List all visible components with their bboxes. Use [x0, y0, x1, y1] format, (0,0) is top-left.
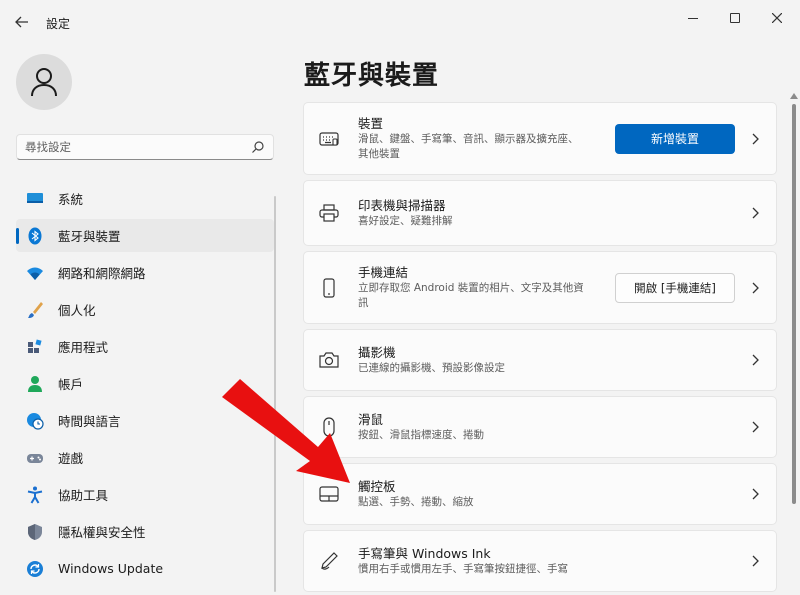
sidebar-item-label: 帳戶 — [58, 377, 84, 392]
sidebar-item-label: 系統 — [58, 192, 84, 207]
printer-icon — [318, 202, 340, 224]
pen-icon — [318, 550, 340, 572]
chevron-right-icon — [750, 555, 760, 567]
devices-icon — [318, 128, 340, 150]
main-scrollbar-thumb[interactable] — [792, 104, 796, 504]
sidebar-item-privacy[interactable]: 隱私權與安全性 — [16, 515, 274, 548]
sidebar-item-label: 協助工具 — [58, 488, 109, 503]
scroll-up-arrow-icon[interactable] — [790, 93, 798, 99]
maximize-icon — [730, 13, 740, 23]
sidebar-item-bluetooth[interactable]: 藍牙與裝置 — [16, 219, 274, 252]
card-pen-windows-ink[interactable]: 手寫筆與 Windows Ink 慣用右手或慣用左手、手寫筆按鈕捷徑、手寫 — [303, 530, 777, 592]
sidebar-item-system[interactable]: 系統 — [16, 182, 274, 215]
maximize-button[interactable] — [720, 8, 750, 28]
bluetooth-icon — [28, 227, 42, 244]
sidebar-item-label: 應用程式 — [58, 340, 109, 355]
sidebar-item-label: 隱私權與安全性 — [58, 525, 146, 540]
apps-icon — [28, 338, 42, 353]
chevron-right-icon — [750, 488, 760, 500]
card-text: 觸控板 點選、手勢、捲動、縮放 — [358, 479, 474, 510]
title-bar: 設定 — [0, 0, 800, 44]
card-description: 點選、手勢、捲動、縮放 — [358, 495, 474, 508]
card-description: 滑鼠、鍵盤、手寫筆、音訊、顯示器及擴充座、 — [358, 132, 579, 145]
card-title: 滑鼠 — [358, 411, 384, 427]
card-text: 攝影機 已連線的攝影機、預設影像設定 — [358, 345, 505, 376]
card-description-line2: 訊 — [358, 296, 369, 309]
back-button[interactable] — [10, 12, 34, 32]
card-description: 喜好設定、疑難排解 — [358, 214, 453, 227]
shield-icon — [28, 523, 42, 540]
card-title: 攝影機 — [358, 344, 396, 360]
card-title: 裝置 — [358, 115, 384, 131]
app-title: 設定 — [46, 17, 71, 31]
card-phone-link[interactable]: 手機連結 立即存取您 Android 裝置的相片、文字及其他資 訊 開啟 [手機… — [303, 251, 777, 324]
card-title: 手寫筆與 Windows Ink — [358, 545, 491, 561]
user-icon — [31, 68, 57, 97]
sidebar-item-label: 個人化 — [58, 303, 96, 318]
sidebar-item-apps[interactable]: 應用程式 — [16, 330, 274, 363]
card-text: 手機連結 立即存取您 Android 裝置的相片、文字及其他資 訊 — [358, 265, 584, 311]
chevron-right-icon — [750, 282, 760, 294]
card-text: 手寫筆與 Windows Ink 慣用右手或慣用左手、手寫筆按鈕捷徑、手寫 — [358, 546, 568, 577]
card-title: 手機連結 — [358, 264, 409, 280]
minimize-button[interactable] — [678, 8, 708, 28]
brush-icon — [28, 301, 43, 318]
person-icon — [28, 375, 42, 392]
search-icon[interactable] — [251, 140, 265, 154]
card-title: 印表機與掃描器 — [358, 197, 446, 213]
search-box[interactable] — [16, 134, 274, 160]
sidebar-item-windows-update[interactable]: Windows Update — [16, 552, 274, 585]
card-description-line2: 其他裝置 — [358, 147, 400, 160]
card-title: 觸控板 — [358, 478, 396, 494]
chevron-right-icon — [750, 421, 760, 433]
chevron-right-icon — [750, 354, 760, 366]
phone-icon — [318, 277, 340, 299]
add-device-button[interactable]: 新增裝置 — [615, 123, 735, 154]
arrow-left-icon — [15, 16, 28, 28]
card-text: 裝置 滑鼠、鍵盤、手寫筆、音訊、顯示器及擴充座、 其他裝置 — [358, 116, 579, 162]
sidebar-item-label: 時間與語言 — [58, 414, 121, 429]
card-description: 已連線的攝影機、預設影像設定 — [358, 361, 505, 374]
gamepad-icon — [27, 453, 43, 463]
sidebar-item-network[interactable]: 網路和網際網路 — [16, 256, 274, 289]
card-text: 印表機與掃描器 喜好設定、疑難排解 — [358, 198, 453, 229]
card-devices[interactable]: 裝置 滑鼠、鍵盤、手寫筆、音訊、顯示器及擴充座、 其他裝置 新增裝置 — [303, 102, 777, 175]
chevron-right-icon — [750, 133, 760, 145]
camera-icon — [318, 349, 340, 371]
monitor-icon — [27, 192, 43, 203]
close-button[interactable] — [762, 8, 792, 28]
search-input[interactable] — [25, 140, 251, 154]
card-description: 按鈕、滑鼠指標速度、捲動 — [358, 428, 484, 441]
open-phone-link-button[interactable]: 開啟 [手機連結] — [615, 272, 735, 303]
minimize-icon — [688, 17, 698, 19]
update-icon — [27, 560, 43, 577]
avatar[interactable] — [16, 54, 72, 110]
close-icon — [772, 13, 782, 23]
card-touchpad[interactable]: 觸控板 點選、手勢、捲動、縮放 — [303, 463, 777, 525]
red-arrow-annotation-icon — [222, 379, 350, 483]
sidebar-item-label: 藍牙與裝置 — [58, 229, 121, 244]
card-description: 慣用右手或慣用左手、手寫筆按鈕捷徑、手寫 — [358, 562, 568, 575]
sidebar-item-label: Windows Update — [58, 561, 164, 576]
chevron-right-icon — [750, 207, 760, 219]
page-title: 藍牙與裝置 — [304, 61, 440, 91]
globe-clock-icon — [27, 412, 44, 430]
card-text: 滑鼠 按鈕、滑鼠指標速度、捲動 — [358, 412, 484, 443]
sidebar-item-label: 遊戲 — [58, 451, 84, 466]
wifi-icon — [27, 267, 43, 280]
card-printers-scanners[interactable]: 印表機與掃描器 喜好設定、疑難排解 — [303, 180, 777, 246]
card-cameras[interactable]: 攝影機 已連線的攝影機、預設影像設定 — [303, 329, 777, 391]
card-description: 立即存取您 Android 裝置的相片、文字及其他資 — [358, 281, 584, 294]
accessibility-icon — [27, 486, 43, 504]
settings-list: 裝置 滑鼠、鍵盤、手寫筆、音訊、顯示器及擴充座、 其他裝置 新增裝置 印表機與掃… — [303, 102, 777, 595]
sidebar-item-personalization[interactable]: 個人化 — [16, 293, 274, 326]
sidebar-item-label: 網路和網際網路 — [58, 266, 146, 281]
card-mouse[interactable]: 滑鼠 按鈕、滑鼠指標速度、捲動 — [303, 396, 777, 458]
